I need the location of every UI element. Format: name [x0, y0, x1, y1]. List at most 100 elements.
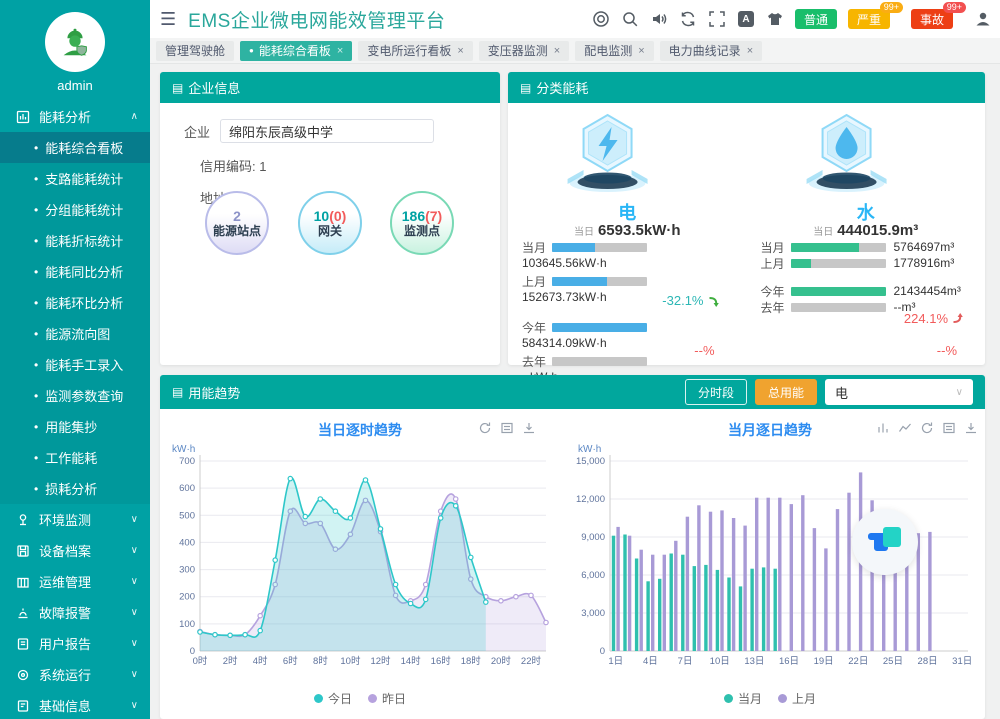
total-energy-button[interactable]: 总用能 [755, 379, 817, 405]
tab-0[interactable]: 管理驾驶舱 [156, 41, 234, 61]
sidebar-item-4[interactable]: •能耗折标统计 [0, 225, 150, 256]
alert-pill-0[interactable]: 普通 [795, 9, 837, 29]
sidebar-item-7[interactable]: •能源流向图 [0, 318, 150, 349]
line-icon[interactable] [898, 421, 912, 435]
tab-label: 管理驾驶舱 [165, 42, 225, 59]
dataview-icon[interactable] [500, 421, 514, 435]
trend-body: 当日逐时趋势 当月逐日趋势 kW·h0100200300400500600700… [160, 409, 985, 719]
today-label: 当日 [574, 227, 594, 238]
today-label: 当日 [813, 227, 833, 238]
close-icon[interactable]: × [457, 45, 463, 57]
alert-label: 事故 [920, 11, 944, 28]
sidebar-item-18[interactable]: 系统运行 ∨ [0, 659, 150, 690]
bullet-icon: • [34, 172, 38, 186]
alert-pill-1[interactable]: 严重99+ [848, 9, 890, 29]
bar-track [552, 323, 647, 332]
close-icon[interactable]: × [337, 45, 343, 57]
bar-value: 1778916m³ [894, 256, 955, 270]
download-icon[interactable] [964, 421, 978, 435]
sidebar-item-label: 能源流向图 [45, 324, 110, 343]
sidebar-item-15[interactable]: 运维管理∨ [0, 566, 150, 597]
restore-icon[interactable] [920, 421, 934, 435]
sidebar-item-14[interactable]: 设备档案∨ [0, 535, 150, 566]
sidebar-item-10[interactable]: •用能集抄 [0, 411, 150, 442]
sidebar-item-16[interactable]: 故障报警∨ [0, 597, 150, 628]
sidebar-item-8[interactable]: •能耗手工录入 [0, 349, 150, 380]
close-icon[interactable]: × [747, 45, 753, 57]
restore-icon[interactable] [478, 421, 492, 435]
svg-text:6,000: 6,000 [581, 570, 605, 581]
user-icon[interactable] [974, 10, 992, 28]
sidebar-item-label: 运维管理 [39, 572, 91, 591]
hourly-trend-chart[interactable]: kW·h01002003004005006007000时2时4时6时8时10时1… [164, 441, 556, 688]
volume-icon[interactable] [650, 10, 668, 28]
energy-trend-panel: ▤ 用能趋势 分时段 总用能 电 ∨ 当日逐时趋势 当月逐日趋势 kW·h010… [160, 375, 985, 719]
theme-icon[interactable] [766, 10, 784, 28]
dataview-icon[interactable] [942, 421, 956, 435]
sidebar-item-12[interactable]: •损耗分析 [0, 473, 150, 504]
sidebar-item-label: 损耗分析 [45, 479, 97, 498]
tab-1[interactable]: ●能耗综合看板× [240, 41, 352, 61]
hourly-chart-legend[interactable]: 今日昨日 [160, 690, 560, 707]
hourly-chart-toolbox [478, 421, 536, 435]
alert-pill-2[interactable]: 事故99+ [911, 9, 953, 29]
fullscreen-icon[interactable] [708, 10, 726, 28]
yoy-percent: 224.1% [904, 311, 965, 326]
translate-icon[interactable]: A [737, 10, 755, 28]
chevron-down-icon: ∨ [131, 607, 138, 618]
svg-text:12,000: 12,000 [576, 494, 605, 505]
bar-value: 152673.73kW·h [522, 290, 761, 304]
category-panel-title: 分类能耗 [536, 78, 588, 97]
close-icon[interactable]: × [554, 45, 560, 57]
refresh-icon[interactable] [679, 10, 697, 28]
page-title: EMS企业微电网能效管理平台 [188, 6, 445, 33]
sidebar-item-6[interactable]: •能耗环比分析 [0, 287, 150, 318]
sidebar-item-5[interactable]: •能耗同比分析 [0, 256, 150, 287]
search-icon[interactable] [621, 10, 639, 28]
energy-bar-row: 当月5764697m³ [761, 240, 1000, 254]
at-circle-icon[interactable] [592, 10, 610, 28]
svg-text:6时: 6时 [283, 655, 298, 667]
sidebar-item-3[interactable]: •分组能耗统计 [0, 194, 150, 225]
legend-item[interactable]: 昨日 [368, 690, 406, 707]
tab-4[interactable]: 配电监测× [575, 41, 653, 61]
energy-type-select[interactable]: 电 ∨ [825, 379, 973, 405]
tab-2[interactable]: 变电所运行看板× [358, 41, 472, 61]
chevron-down-icon: ∨ [131, 669, 138, 680]
svg-text:500: 500 [179, 510, 195, 521]
ops-icon [16, 575, 30, 589]
sidebar-item-label: 系统运行 [39, 665, 91, 684]
sidebar-item-0[interactable]: 能耗分析∧ [0, 101, 150, 132]
daily-trend-chart[interactable]: kW·h03,0006,0009,00012,00015,0001日4日7日10… [564, 441, 976, 688]
hamburger-icon[interactable]: ☰ [160, 9, 176, 30]
tab-5[interactable]: 电力曲线记录× [660, 41, 762, 61]
bar-label: 去年 [522, 353, 552, 370]
sidebar-item-1[interactable]: •能耗综合看板 [0, 132, 150, 163]
sidebar-item-19[interactable]: 基础信息∨ [0, 690, 150, 719]
bar-value: 5764697m³ [894, 240, 955, 254]
tab-3[interactable]: 变压器监测× [479, 41, 569, 61]
sidebar-item-17[interactable]: 用户报告∨ [0, 628, 150, 659]
company-input[interactable] [220, 119, 434, 143]
download-icon[interactable] [522, 421, 536, 435]
svg-text:1日: 1日 [608, 656, 623, 667]
sidebar-item-13[interactable]: 环境监测∨ [0, 504, 150, 535]
time-period-button[interactable]: 分时段 [685, 379, 747, 405]
legend-item[interactable]: 上月 [778, 690, 816, 707]
sidebar-item-11[interactable]: •工作能耗 [0, 442, 150, 473]
tab-label: 能耗综合看板 [259, 42, 331, 59]
close-icon[interactable]: × [638, 45, 644, 57]
svg-text:100: 100 [179, 619, 195, 630]
svg-text:31日: 31日 [952, 656, 972, 667]
sidebar-item-2[interactable]: •支路能耗统计 [0, 163, 150, 194]
sidebar-item-9[interactable]: •监测参数查询 [0, 380, 150, 411]
tab-bar: 管理驾驶舱●能耗综合看板×变电所运行看板×变压器监测×配电监测×电力曲线记录× [150, 38, 1000, 64]
avatar[interactable] [45, 12, 105, 72]
bar-icon[interactable] [876, 421, 890, 435]
enterprise-panel-title: 企业信息 [188, 78, 240, 97]
stat-label: 监测点 [404, 224, 440, 238]
bullet-icon: • [34, 358, 38, 372]
legend-item[interactable]: 当月 [724, 690, 762, 707]
daily-chart-legend[interactable]: 当月上月 [570, 690, 970, 707]
legend-item[interactable]: 今日 [314, 690, 352, 707]
